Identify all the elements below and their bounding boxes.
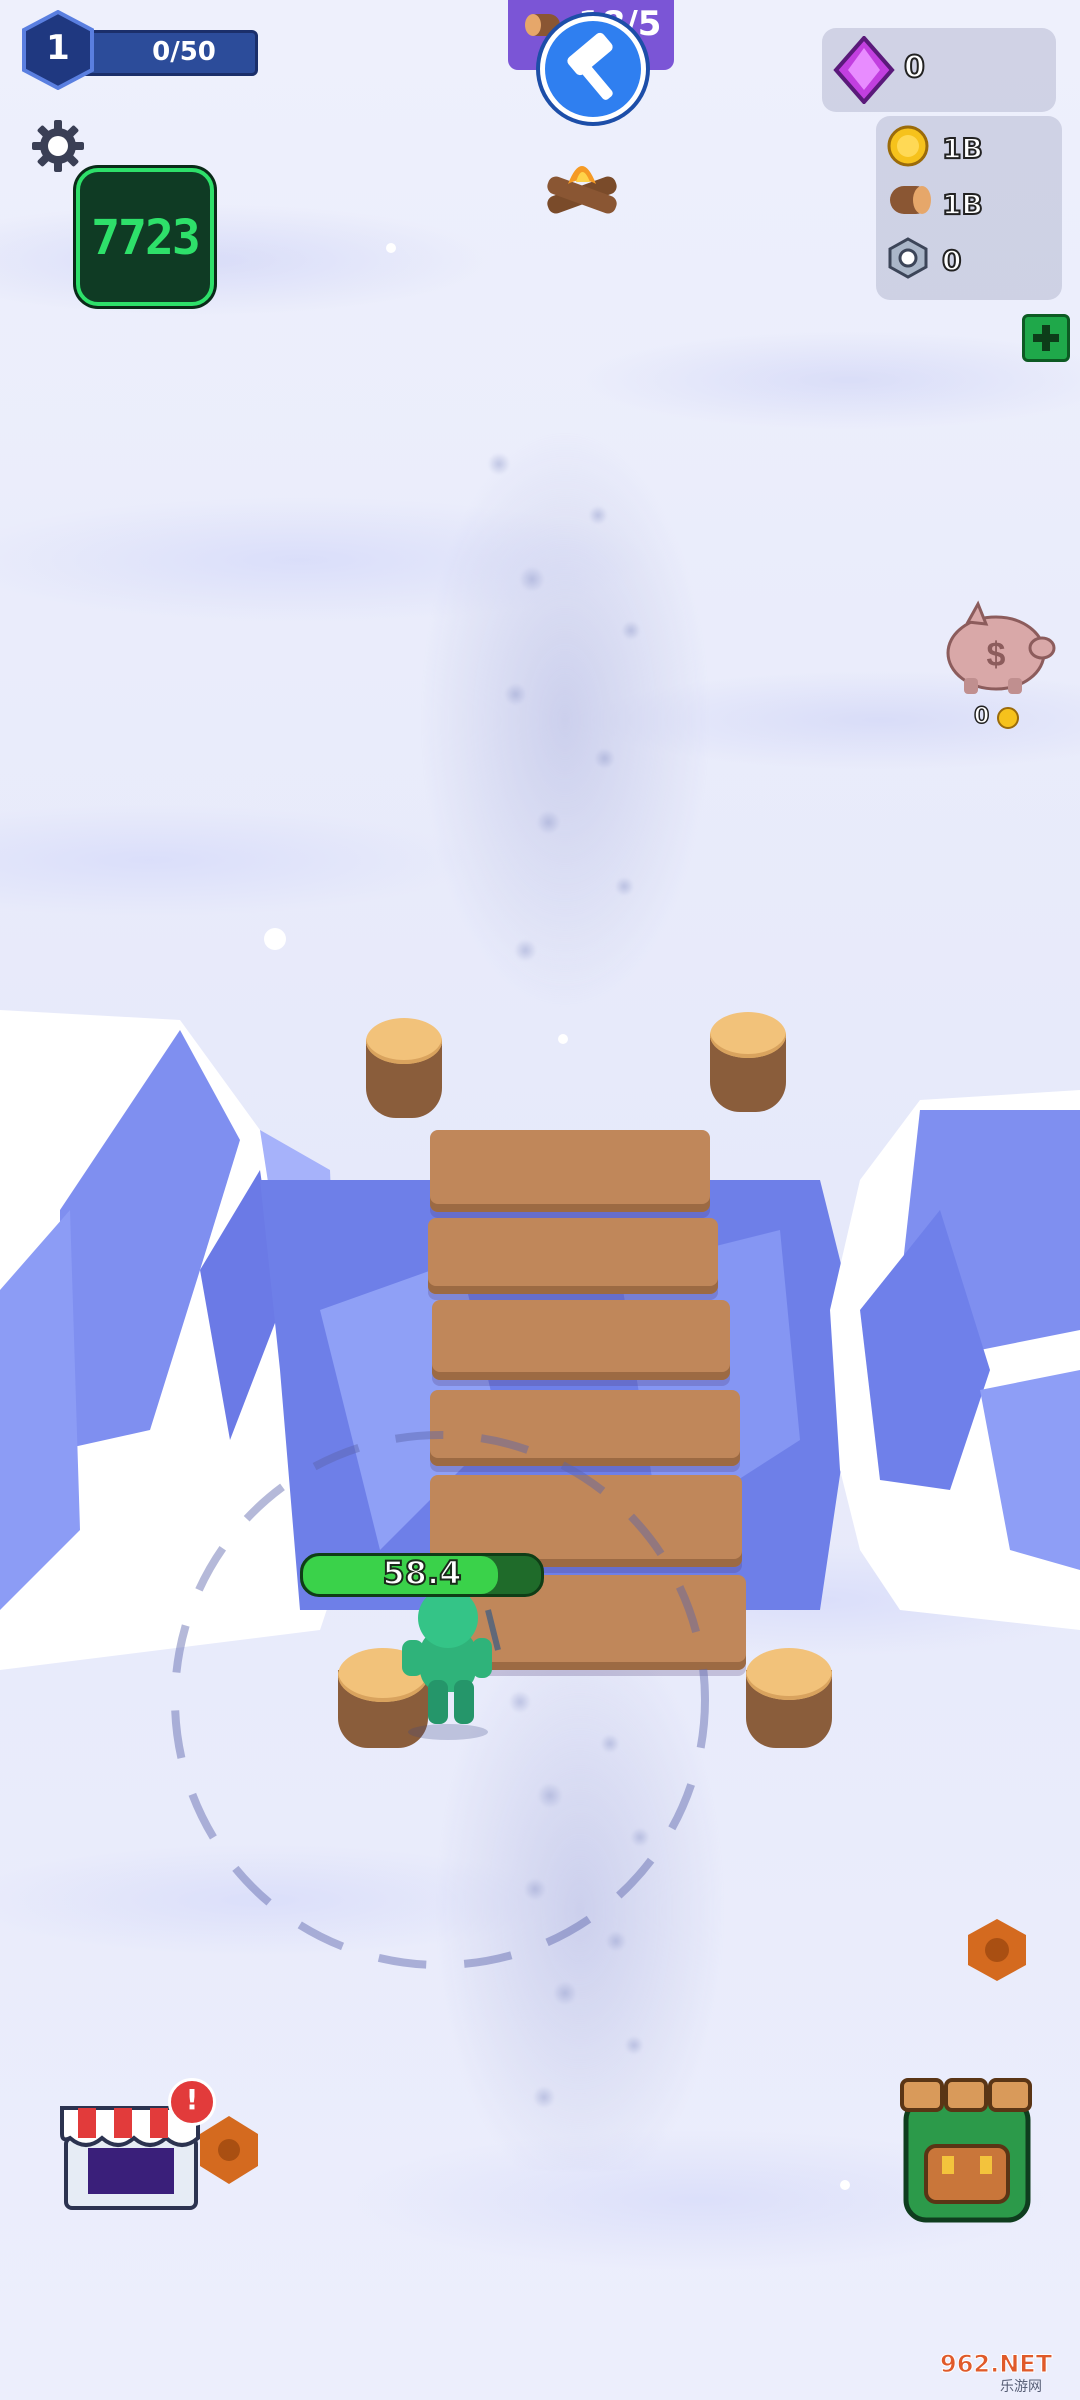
svg-text:$: $ [987, 636, 1006, 674]
nut-icon [888, 237, 928, 279]
hammer-icon [567, 32, 613, 100]
player-character [380, 1580, 510, 1740]
plank [432, 1300, 730, 1380]
gold-value: 1B [941, 131, 984, 166]
coin-icon [887, 125, 929, 167]
watermark-text: 962.NET [939, 2350, 1053, 2379]
bridge-post [710, 1012, 786, 1112]
coin-icon [997, 707, 1019, 729]
wood-value: 1B [941, 187, 984, 222]
snowflake [386, 243, 396, 253]
timer-value: 7723 [91, 210, 201, 266]
wood-counter[interactable]: 1B [886, 180, 1056, 230]
character-health-bar: 58.4 [300, 1553, 544, 1597]
shop-alert-text: ! [185, 2083, 199, 2116]
campfire-icon[interactable] [538, 148, 628, 220]
nut-value: 0 [941, 243, 963, 278]
piggy-bank-value: 0 [973, 703, 990, 730]
xp-text: 0/50 [152, 37, 216, 67]
snowflake [264, 928, 286, 950]
timer-badge[interactable]: 7723 [76, 168, 214, 306]
nut-counter[interactable]: 0 [886, 236, 1056, 286]
plank [430, 1130, 710, 1212]
backpack-button[interactable] [892, 2076, 1042, 2226]
level-badge[interactable]: 1 [20, 9, 96, 91]
gold-counter[interactable]: 1B [886, 124, 1056, 174]
level-number: 1 [46, 28, 70, 68]
bridge-post [746, 1648, 832, 1748]
snowflake [558, 1034, 568, 1044]
resource-panel: 1B 1B 0 [876, 116, 1062, 300]
add-resources-button[interactable] [1022, 314, 1070, 362]
bridge-post [366, 1018, 442, 1118]
health-value: 58.4 [382, 1553, 463, 1593]
gem-icon [833, 36, 895, 104]
log-icon [890, 186, 931, 214]
watermark-subtext: 乐游网 [1000, 2379, 1042, 2395]
hex-nut-pickup[interactable] [962, 1915, 1032, 1985]
piggy-bank-amount: 0 [973, 703, 1034, 734]
shop-button[interactable]: ! [58, 2078, 216, 2218]
gem-counter[interactable]: 0 [822, 28, 1056, 112]
watermark: 962.NET 乐游网 [939, 2350, 1076, 2396]
gear-icon [32, 120, 84, 172]
game-world[interactable]: 58.4 [0, 0, 1080, 2400]
shop-alert-badge: ! [168, 2078, 216, 2126]
piggy-bank-icon: $ [946, 600, 1056, 694]
snowflake [1060, 1598, 1070, 1608]
settings-button[interactable] [30, 118, 86, 174]
snowflake [840, 2180, 850, 2190]
gem-value: 0 [903, 49, 926, 86]
plus-icon [1033, 325, 1059, 351]
plank [428, 1218, 718, 1294]
hammer-button[interactable] [540, 16, 646, 122]
footprint-trail-top [400, 400, 730, 1040]
backpack-icon [900, 2078, 1032, 2223]
piggy-bank-button[interactable]: $ 0 [938, 598, 1058, 738]
